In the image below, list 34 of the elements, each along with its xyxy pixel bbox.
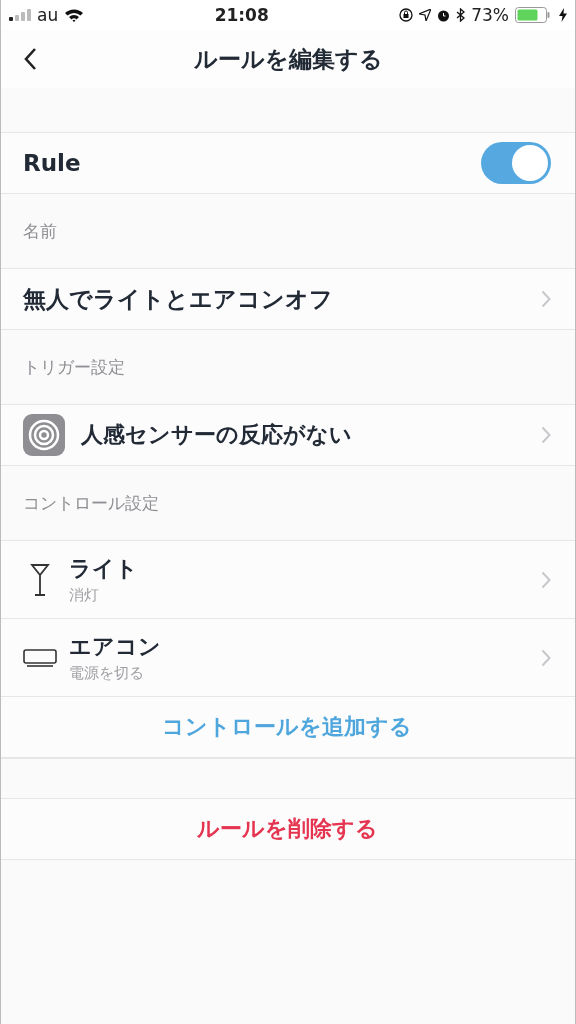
back-icon <box>23 47 37 71</box>
section-header: 名前 <box>23 220 57 243</box>
chevron-icon <box>541 648 551 667</box>
status-time: 21:08 <box>214 5 269 25</box>
signal-icon <box>9 9 31 21</box>
rule-label: Rule <box>23 150 82 176</box>
alarm-icon <box>437 8 451 22</box>
control-action: 消灯 <box>69 586 99 605</box>
rule-toggle[interactable] <box>481 142 551 184</box>
page-title: ルールを編集する <box>193 44 383 74</box>
section-header: トリガー設定 <box>23 356 125 379</box>
battery-icon <box>515 7 553 23</box>
trigger-name: 人感センサーの反応がない <box>81 421 353 449</box>
wifi-icon <box>64 8 85 22</box>
charging-icon <box>559 8 567 22</box>
section-header: コントロール設定 <box>23 492 159 515</box>
battery-percent: 73% <box>471 5 509 25</box>
control-action: 電源を切る <box>69 664 144 683</box>
name-row[interactable]: 無人でライトとエアコンオフ <box>1 268 575 330</box>
control-name: エアコン <box>69 633 161 661</box>
bluetooth-icon <box>456 8 466 22</box>
sensor-icon <box>23 414 65 456</box>
lamp-icon <box>30 562 50 597</box>
chevron-icon <box>541 290 551 308</box>
rotation-lock-icon <box>399 8 414 22</box>
chevron-icon <box>541 570 551 589</box>
delete-rule-button[interactable]: ルールを削除する <box>192 810 382 848</box>
control-name: ライト <box>69 555 138 583</box>
trigger-row[interactable]: 人感センサーの反応がない <box>1 404 575 466</box>
rule-name: 無人でライトとエアコンオフ <box>23 284 334 314</box>
location-icon <box>419 9 432 21</box>
carrier-name: au <box>37 5 59 25</box>
chevron-icon <box>541 426 551 444</box>
air-conditioner-icon <box>23 648 57 667</box>
